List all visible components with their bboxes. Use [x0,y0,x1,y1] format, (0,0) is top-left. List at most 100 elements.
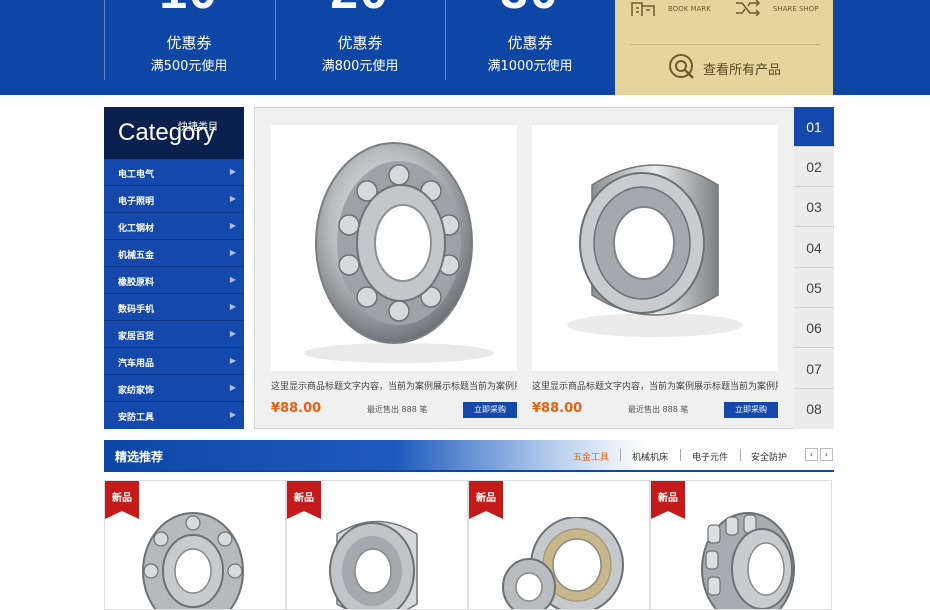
divider [680,449,681,461]
category-sidebar: Category 快捷类目 电工电气 ▶ 电子照明 ▶ 化工钢材 ▶ 机械五金 ▶ 橡胶… [104,107,244,429]
coupon-amount: 30 [445,0,615,16]
category-item[interactable]: 橡胶原料 ▶ [104,267,244,294]
category-item[interactable]: 汽车用品 ▶ [104,348,244,375]
slide-page-button[interactable]: 06 [794,308,834,348]
category-item[interactable]: 家居百货 ▶ [104,321,244,348]
coupon-30[interactable]: 30 优惠券 满1000元使用 [445,0,615,80]
tab-safety-protection[interactable]: 安全防护 [751,450,787,463]
new-product-card[interactable]: 新品 [650,480,832,610]
category-item-label: 电子照明 [118,197,155,207]
new-product-card[interactable]: 新品 [468,480,650,610]
chevron-right-icon: ▶ [229,383,236,392]
book-mark-link[interactable]: BOOK MARK [630,0,730,22]
bearing-image [567,164,743,337]
tab-hardware-tools[interactable]: 五金工具 [573,450,609,463]
new-badge-label: 新品 [294,493,314,504]
coupon-amount: 10 [104,0,274,16]
product-image[interactable] [532,125,778,371]
slide-page-button[interactable]: 01 [794,107,834,147]
product-title[interactable]: 这里显示商品标题文字内容，当前为案例展示标题当前为案例展 [271,379,517,392]
category-item-label: 汽车用品 [118,359,155,369]
category-title-cn: 快捷类目 [178,122,218,133]
new-badge-label: 新品 [658,493,678,504]
coupon-label: 优惠券 [166,34,212,52]
category-item-label: 机械五金 [118,251,155,261]
search-icon [669,54,694,79]
category-item[interactable]: 数码手机 ▶ [104,294,244,321]
new-badge-label: 新品 [476,493,496,504]
buy-now-button[interactable]: 立即采购 [724,402,778,418]
tab-machine-tools[interactable]: 机械机床 [632,450,668,463]
new-product-card[interactable]: 新品 [286,480,468,610]
divider [740,449,741,461]
view-all-label: 查看所有产品 [703,63,782,78]
category-item[interactable]: 化工钢材 ▶ [104,213,244,240]
bearing-image [502,517,624,609]
category-item[interactable]: 家纺家饰 ▶ [104,375,244,402]
slider-pagination: 01 02 03 04 05 06 07 08 [794,107,834,429]
coupon-amount: 20 [275,0,445,16]
share-shop-link[interactable]: SHARE SHOP [735,0,833,22]
book-mark-label: BOOK MARK [668,5,711,13]
chevron-right-icon: ▶ [229,221,236,230]
divider [620,449,621,461]
slide-page-button[interactable]: 03 [794,187,834,227]
slide-page-button[interactable]: 02 [794,147,834,187]
slide-page-button[interactable]: 08 [794,389,834,429]
chevron-right-icon: ▶ [229,329,236,338]
product-title[interactable]: 这里显示商品标题文字内容，当前为案例展示标题当前为案例展 [532,379,778,392]
product-sold-count: 最近售出 888 笔 [367,405,428,414]
chevron-right-icon: ▶ [229,167,236,176]
category-item-label: 数码手机 [118,305,155,315]
coupon-condition: 满500元使用 [150,59,228,74]
category-item-label: 安防工具 [118,413,155,423]
category-item[interactable]: 安防工具 ▶ [104,402,244,429]
category-item-label: 家纺家饰 [118,386,155,396]
view-all-products-link[interactable]: 查看所有产品 [667,52,817,82]
category-item-label: 电工电气 [118,170,155,180]
product-price: ¥88.00 [532,401,583,416]
new-badge: 新品 [105,481,139,519]
new-badge: 新品 [469,481,503,519]
slide-page-button[interactable]: 07 [794,349,834,389]
slide-page-button[interactable]: 04 [794,228,834,268]
coupon-condition: 满800元使用 [321,59,399,74]
new-badge: 新品 [651,481,685,519]
chevron-right-icon: ▶ [229,275,236,284]
product-card[interactable]: 这里显示商品标题文字内容，当前为案例展示标题当前为案例展 ¥88.00 最近售出… [532,125,778,419]
recommend-title: 精选推荐 [115,450,164,464]
chevron-right-icon: ▶ [229,302,236,311]
product-price: ¥88.00 [271,401,322,416]
new-product-card[interactable]: 新品 [104,480,286,610]
tab-electronic-components[interactable]: 电子元件 [692,450,728,463]
share-shop-label: SHARE SHOP [773,5,819,13]
coupon-condition: 满1000元使用 [487,59,573,74]
slide-page-button[interactable]: 05 [794,268,834,308]
chevron-right-icon: ▶ [229,248,236,257]
chevron-right-icon: ▶ [229,194,236,203]
divider [104,470,834,472]
category-item[interactable]: 电子照明 ▶ [104,186,244,213]
chevron-right-icon: ▶ [229,356,236,365]
product-sold-count: 最近售出 888 笔 [628,405,689,414]
coupon-label: 优惠券 [337,34,383,52]
new-badge-label: 新品 [112,493,132,504]
product-image[interactable] [271,125,517,371]
bearing-image [701,512,795,609]
coupon-20[interactable]: 20 优惠券 满800元使用 [275,0,445,80]
chevron-right-icon: ▶ [229,410,236,419]
divider [630,44,820,45]
category-item[interactable]: 机械五金 ▶ [104,240,244,267]
product-card[interactable]: 这里显示商品标题文字内容，当前为案例展示标题当前为案例展 ¥88.00 最近售出… [271,125,517,419]
product-slider: 这里显示商品标题文字内容，当前为案例展示标题当前为案例展 ¥88.00 最近售出… [254,107,834,429]
bearing-image [304,142,494,363]
next-arrow-icon[interactable]: › [820,448,833,461]
buy-now-button[interactable]: 立即采购 [463,402,517,418]
coupon-10[interactable]: 10 优惠券 满500元使用 [104,0,274,80]
prev-arrow-icon[interactable]: ‹ [805,448,818,461]
category-item[interactable]: 电工电气 ▶ [104,159,244,186]
bearing-image [329,520,418,609]
quick-links-panel: BOOK MARK SHARE SHOP 查看所有产品 [615,0,833,95]
bearing-image [142,512,244,609]
shuffle-icon [736,0,761,16]
